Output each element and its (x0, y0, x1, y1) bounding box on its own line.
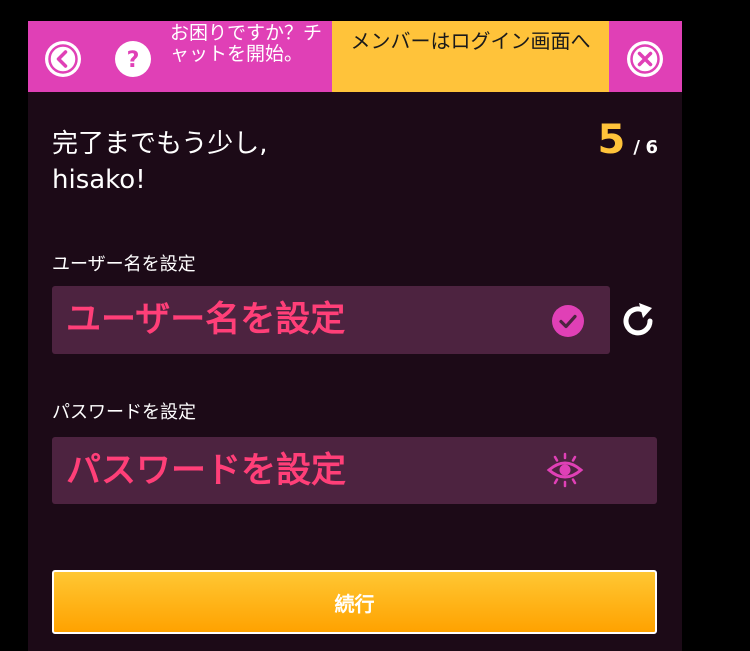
page-title: 完了までもう少し, hisako! (52, 126, 432, 198)
close-button[interactable] (627, 41, 663, 77)
close-circle-icon (628, 42, 662, 76)
username-label: ユーザー名を設定 (52, 254, 196, 275)
greeting-line-1: 完了までもう少し, (52, 129, 268, 159)
refresh-username-button[interactable] (617, 300, 659, 342)
help-chat-text[interactable]: お困りですか？チャットを開始。 (170, 23, 330, 65)
help-chat-area[interactable]: ? お困りですか？チャットを開始。 (28, 21, 332, 92)
continue-button[interactable]: 続行 (52, 570, 657, 634)
member-login-link[interactable]: メンバーはログイン画面へ (332, 21, 609, 92)
back-button[interactable] (45, 41, 81, 77)
step-current: 5 (597, 117, 626, 163)
username-input[interactable]: ユーザー名を設定 (52, 286, 610, 354)
refresh-icon (623, 303, 653, 336)
chevron-left-circle-icon (46, 42, 80, 76)
svg-text:?: ? (127, 48, 140, 73)
step-counter: 5 / 6 (597, 117, 658, 163)
check-circle-icon (552, 305, 584, 337)
password-input[interactable]: パスワードを設定 (52, 437, 657, 504)
password-value: パスワードを設定 (66, 451, 347, 491)
step-separator: / (633, 137, 640, 158)
password-label: パスワードを設定 (52, 402, 196, 423)
top-bar: ? お困りですか？チャットを開始。 メンバーはログイン画面へ (28, 21, 682, 92)
step-total: 6 (645, 137, 658, 158)
close-area (609, 21, 682, 92)
greeting-line-2: hisako! (52, 165, 146, 195)
signup-panel: ? お困りですか？チャットを開始。 メンバーはログイン画面へ 完了までもう少し,… (28, 21, 682, 651)
username-value: ユーザー名を設定 (66, 300, 346, 340)
eye-icon[interactable] (545, 452, 585, 488)
question-circle-icon: ? (115, 41, 151, 77)
